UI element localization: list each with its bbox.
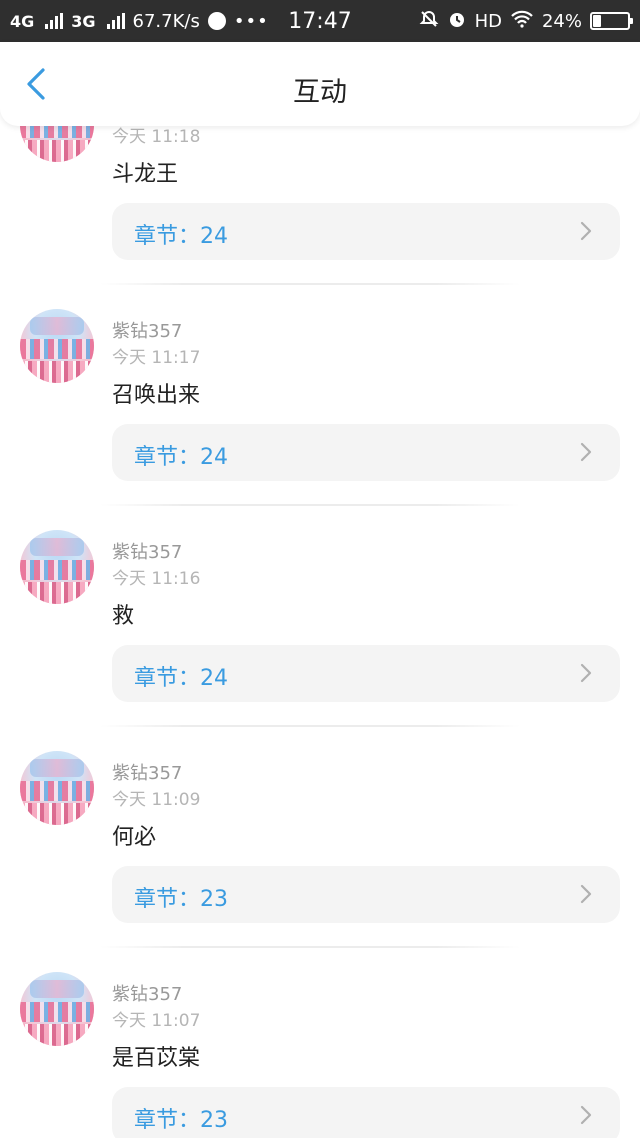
network-label-4g: 4G — [10, 11, 35, 31]
status-left: 4G 3G 67.7K/s ••• — [10, 11, 269, 32]
list-item: 紫钻357 今天 11:16 救章节：24 — [0, 526, 640, 747]
mute-icon — [419, 9, 439, 34]
list-item: 紫钻357 今天 11:07 是百苡棠章节：23 — [0, 968, 640, 1138]
comment-text: 何必 — [112, 825, 157, 850]
page-title: 互动 — [293, 77, 347, 108]
chapter-label: 章节：24 — [134, 224, 228, 249]
status-right: HD 24% — [419, 9, 633, 34]
divider — [100, 504, 520, 506]
status-bar: 4G 3G 67.7K/s ••• 17:47 HD 24% — [0, 0, 640, 42]
username: 紫钻357 — [112, 984, 183, 1005]
comment-text: 召唤出来 — [112, 383, 201, 408]
timestamp: 今天 11:17 — [112, 348, 201, 368]
browser-icon — [207, 12, 226, 30]
list-item: 紫钻357 今天 11:09 何必章节：23 — [0, 747, 640, 968]
avatar[interactable] — [20, 972, 94, 1046]
comment-text: 斗龙王 — [112, 162, 179, 187]
divider — [100, 283, 520, 285]
chevron-right-icon — [580, 1105, 592, 1125]
chapter-link[interactable]: 章节：24 — [112, 424, 620, 481]
chapter-label: 章节：24 — [134, 445, 228, 470]
comment-text: 是百苡棠 — [112, 1046, 201, 1071]
chevron-right-icon — [580, 663, 592, 683]
signal-icon — [106, 13, 125, 29]
more-icon: ••• — [233, 10, 269, 32]
chapter-label: 章节：23 — [134, 887, 228, 912]
chapter-label: 章节：23 — [134, 1108, 228, 1133]
avatar[interactable] — [20, 309, 94, 383]
chapter-label: 章节：24 — [134, 666, 228, 691]
chevron-right-icon — [580, 442, 592, 462]
username: 紫钻357 — [112, 763, 183, 784]
divider — [100, 946, 520, 948]
header: 互动 — [0, 42, 640, 126]
alarm-icon — [447, 9, 467, 34]
chevron-right-icon — [580, 884, 592, 904]
timestamp: 今天 11:09 — [112, 790, 201, 810]
battery-percent: 24% — [541, 10, 582, 32]
hd-label: HD — [474, 10, 502, 32]
list-item: 紫钻357 今天 11:17 召唤出来章节：24 — [0, 305, 640, 526]
chapter-link[interactable]: 章节：24 — [112, 203, 620, 260]
avatar[interactable] — [20, 751, 94, 825]
chevron-right-icon — [580, 221, 592, 241]
wifi-icon — [510, 10, 534, 33]
username: 紫钻357 — [112, 542, 183, 563]
chapter-link[interactable]: 章节：23 — [112, 1087, 620, 1138]
avatar[interactable] — [20, 530, 94, 604]
timestamp: 今天 11:16 — [112, 569, 201, 589]
network-speed: 67.7K/s — [132, 10, 200, 32]
network-label-3g: 3G — [71, 11, 96, 31]
divider — [100, 725, 520, 727]
battery-icon — [590, 12, 633, 30]
signal-icon — [45, 13, 64, 29]
username: 紫钻357 — [112, 321, 183, 342]
chapter-link[interactable]: 章节：24 — [112, 645, 620, 702]
timestamp: 今天 11:07 — [112, 1011, 201, 1031]
chapter-link[interactable]: 章节：23 — [112, 866, 620, 923]
comment-text: 救 — [112, 604, 135, 629]
